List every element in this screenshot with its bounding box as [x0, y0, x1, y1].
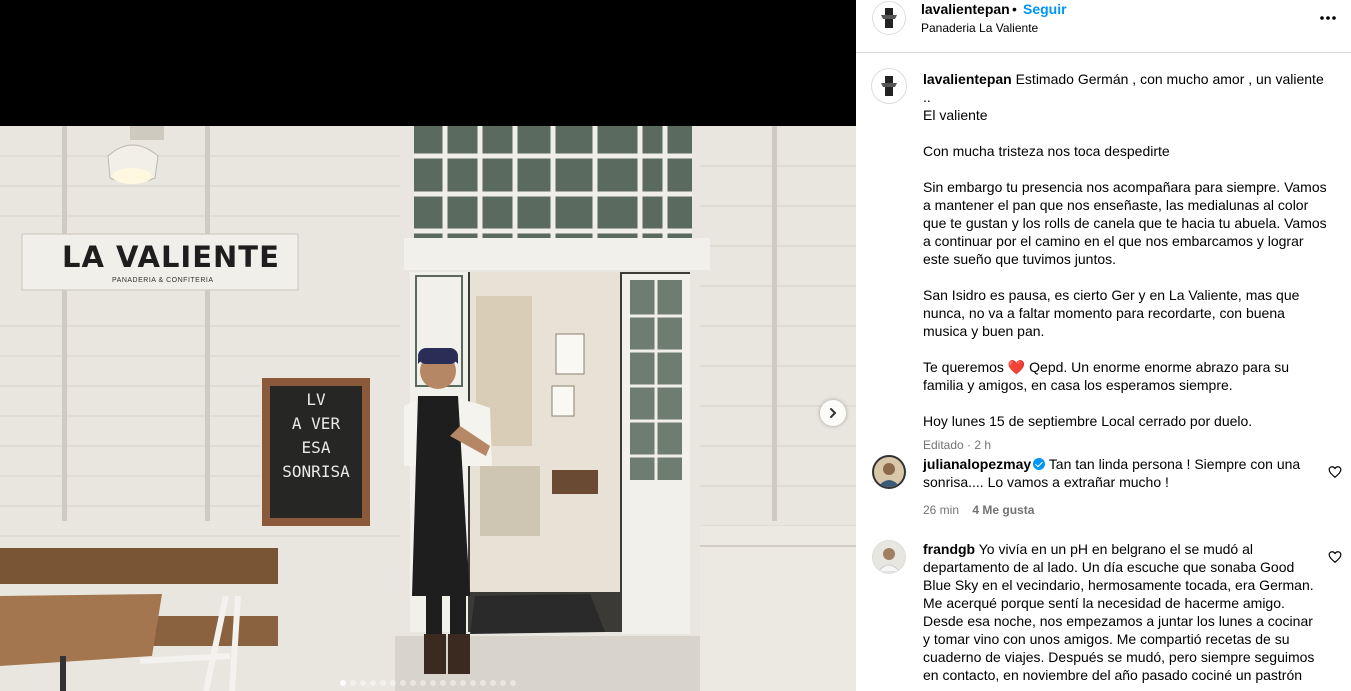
- post-username[interactable]: lavalientepan: [921, 1, 1010, 17]
- caption-paragraph: Hoy lunes 15 de septiembre Local cerrado…: [923, 413, 1253, 429]
- comment-meta: 26 min 4 Me gusta: [923, 501, 1323, 519]
- heart-icon[interactable]: [1328, 550, 1342, 564]
- carousel-dot: [500, 680, 506, 686]
- avatar[interactable]: [872, 455, 906, 489]
- carousel-dot: [360, 680, 366, 686]
- post-photo[interactable]: LA VALIENTE PANADERIA & CONFITERIA LV A …: [0, 126, 856, 691]
- caption-meta: Editado · 2 h: [923, 438, 992, 452]
- carousel-dot: [440, 680, 446, 686]
- profile-photo-icon: [877, 548, 901, 572]
- carousel-dot: [390, 680, 396, 686]
- comment-likes[interactable]: 4 Me gusta: [972, 503, 1034, 517]
- bakery-logo-icon: [881, 8, 897, 28]
- post-location[interactable]: Panaderia La Valiente: [921, 21, 1038, 35]
- avatar[interactable]: [871, 68, 907, 104]
- carousel-dot: [510, 680, 516, 686]
- carousel-dot: [480, 680, 486, 686]
- carousel-dot: [370, 680, 376, 686]
- comment-text: Yo vivía en un pH en belgrano el se mudó…: [923, 541, 1315, 683]
- heart-emoji-icon: ❤️: [1007, 359, 1026, 375]
- chalkboard: LV A VER ESA SONRISA: [270, 388, 362, 484]
- media-panel: LA VALIENTE PANADERIA & CONFITERIA LV A …: [0, 0, 856, 691]
- carousel-indicator: [0, 680, 856, 686]
- caption-paragraph: San Isidro es pausa, es cierto Ger y en …: [923, 287, 1300, 339]
- avatar[interactable]: [872, 540, 906, 574]
- carousel-dot: [460, 680, 466, 686]
- caption-username[interactable]: lavalientepan: [923, 71, 1012, 87]
- separator-dot: •: [1012, 1, 1017, 17]
- carousel-dot: [430, 680, 436, 686]
- more-horizontal-icon[interactable]: [1318, 8, 1338, 28]
- caption-paragraph: Con mucha tristeza nos toca despedirte: [923, 143, 1170, 159]
- carousel-dot: [340, 680, 346, 686]
- avatar[interactable]: [872, 1, 906, 35]
- chalk-line: SONRISA: [282, 462, 350, 481]
- follow-button[interactable]: Seguir: [1023, 1, 1067, 17]
- comment-username[interactable]: frandgb: [923, 541, 975, 557]
- verified-badge-icon: [1033, 458, 1046, 470]
- chalk-line: ESA: [301, 438, 331, 457]
- chevron-right-icon: [830, 408, 837, 418]
- caption-text: El valiente: [923, 107, 988, 123]
- sign-sub-text: PANADERIA & CONFITERIA: [112, 277, 214, 284]
- post-sidebar: lavalientepan • Seguir Panaderia La Vali…: [856, 0, 1351, 691]
- carousel-dot: [380, 680, 386, 686]
- caption-paragraph: Sin embargo tu presencia nos acompañara …: [923, 179, 1327, 267]
- chalk-line: LV: [306, 390, 326, 409]
- bakery-logo-icon: [881, 76, 897, 96]
- carousel-dot: [470, 680, 476, 686]
- carousel-dot: [420, 680, 426, 686]
- heart-icon[interactable]: [1328, 465, 1342, 479]
- comment-time[interactable]: 26 min: [923, 503, 959, 517]
- carousel-dot: [410, 680, 416, 686]
- profile-photo-icon: [878, 463, 900, 487]
- caption-text: Te queremos: [923, 359, 1004, 375]
- comment-username[interactable]: julianalopezmay: [923, 456, 1031, 472]
- chalk-line: A VER: [291, 414, 341, 433]
- carousel-dot: [350, 680, 356, 686]
- carousel-dot: [400, 680, 406, 686]
- carousel-dot: [450, 680, 456, 686]
- next-slide-button[interactable]: [820, 400, 846, 426]
- post-header: lavalientepan • Seguir Panaderia La Vali…: [856, 0, 1351, 53]
- sign-main-text: LA VALIENTE: [62, 240, 280, 274]
- carousel-dot: [490, 680, 496, 686]
